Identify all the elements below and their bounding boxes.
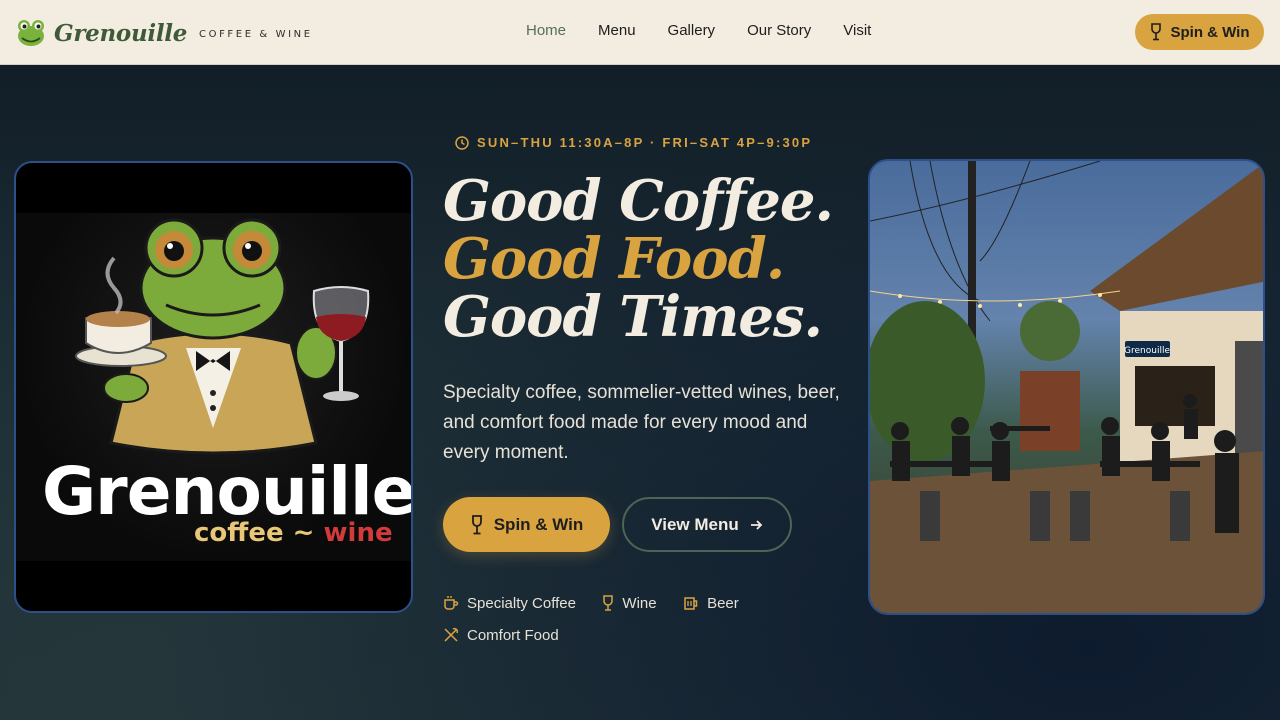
feature-list: Specialty Coffee Wine Beer Comfort Food [443,592,803,656]
nav-visit[interactable]: Visit [843,22,871,39]
headline-line-1: Good Coffee. [443,168,834,234]
restaurant-photo: Grenouille [868,159,1265,615]
brand-logo[interactable]: Grenouille COFFEE & WINE [16,16,313,50]
feature-label: Wine [622,594,657,612]
beer-mug-icon [684,597,698,610]
wine-glass-icon [1151,23,1162,41]
view-menu-label: View Menu [651,514,739,534]
header-spin-win-button[interactable]: Spin & Win [1135,14,1264,50]
spin-win-label: Spin & Win [493,514,584,534]
nav-menu[interactable]: Menu [598,22,636,39]
hours-text: SUN–THU 11:30A–8P · FRI–SAT 4P–9:30P [477,135,813,150]
feature-comfort-food: Comfort Food [443,624,559,646]
nav-home[interactable]: Home [526,22,566,39]
logo-card: Grenouille coffee ~ wine [14,161,413,613]
spin-win-button[interactable]: Spin & Win [443,497,610,552]
site-header: Grenouille COFFEE & WINE Home Menu Galle… [0,0,1280,65]
storefront-sign: Grenouille [1124,346,1170,356]
feature-beer: Beer [683,592,739,614]
feature-specialty-coffee: Specialty Coffee [443,592,576,614]
feature-wine: Wine [602,592,657,614]
headline-line-2: Good Food. [443,226,785,292]
frog-logo-icon [18,20,44,46]
header-cta-label: Spin & Win [1170,23,1250,41]
utensils-icon [444,627,459,642]
logo-sub-coffee: coffee [194,518,284,548]
hero-description: Specialty coffee, sommelier-vetted wines… [443,382,840,463]
nav-gallery[interactable]: Gallery [668,22,716,39]
headline-line-3: Good Times. [443,284,823,350]
main-nav: Home Menu Gallery Our Story Visit [526,22,903,39]
coffee-cup-icon [444,596,459,610]
brand-tagline: COFFEE & WINE [199,28,313,40]
opening-hours: SUN–THU 11:30A–8P · FRI–SAT 4P–9:30P [455,135,812,150]
wine-glass-icon [603,595,614,611]
view-menu-button[interactable]: View Menu [622,497,792,552]
patio-scene-illustration: Grenouille [870,161,1263,613]
feature-label: Specialty Coffee [467,594,576,612]
brand-name: Grenouille [54,19,188,47]
logo-sub-wine: wine [323,518,393,548]
feature-label: Beer [707,594,739,612]
clock-icon [455,135,469,150]
logo-sub-separator: ~ [292,518,315,548]
logo-subtitle: coffee ~ wine [194,518,393,548]
hero-headline: Good Coffee. Good Food. Good Times. [443,168,834,350]
nav-our-story[interactable]: Our Story [747,22,811,39]
feature-label: Comfort Food [467,626,559,644]
arrow-right-icon [750,519,763,530]
wine-glass-icon [471,514,482,534]
